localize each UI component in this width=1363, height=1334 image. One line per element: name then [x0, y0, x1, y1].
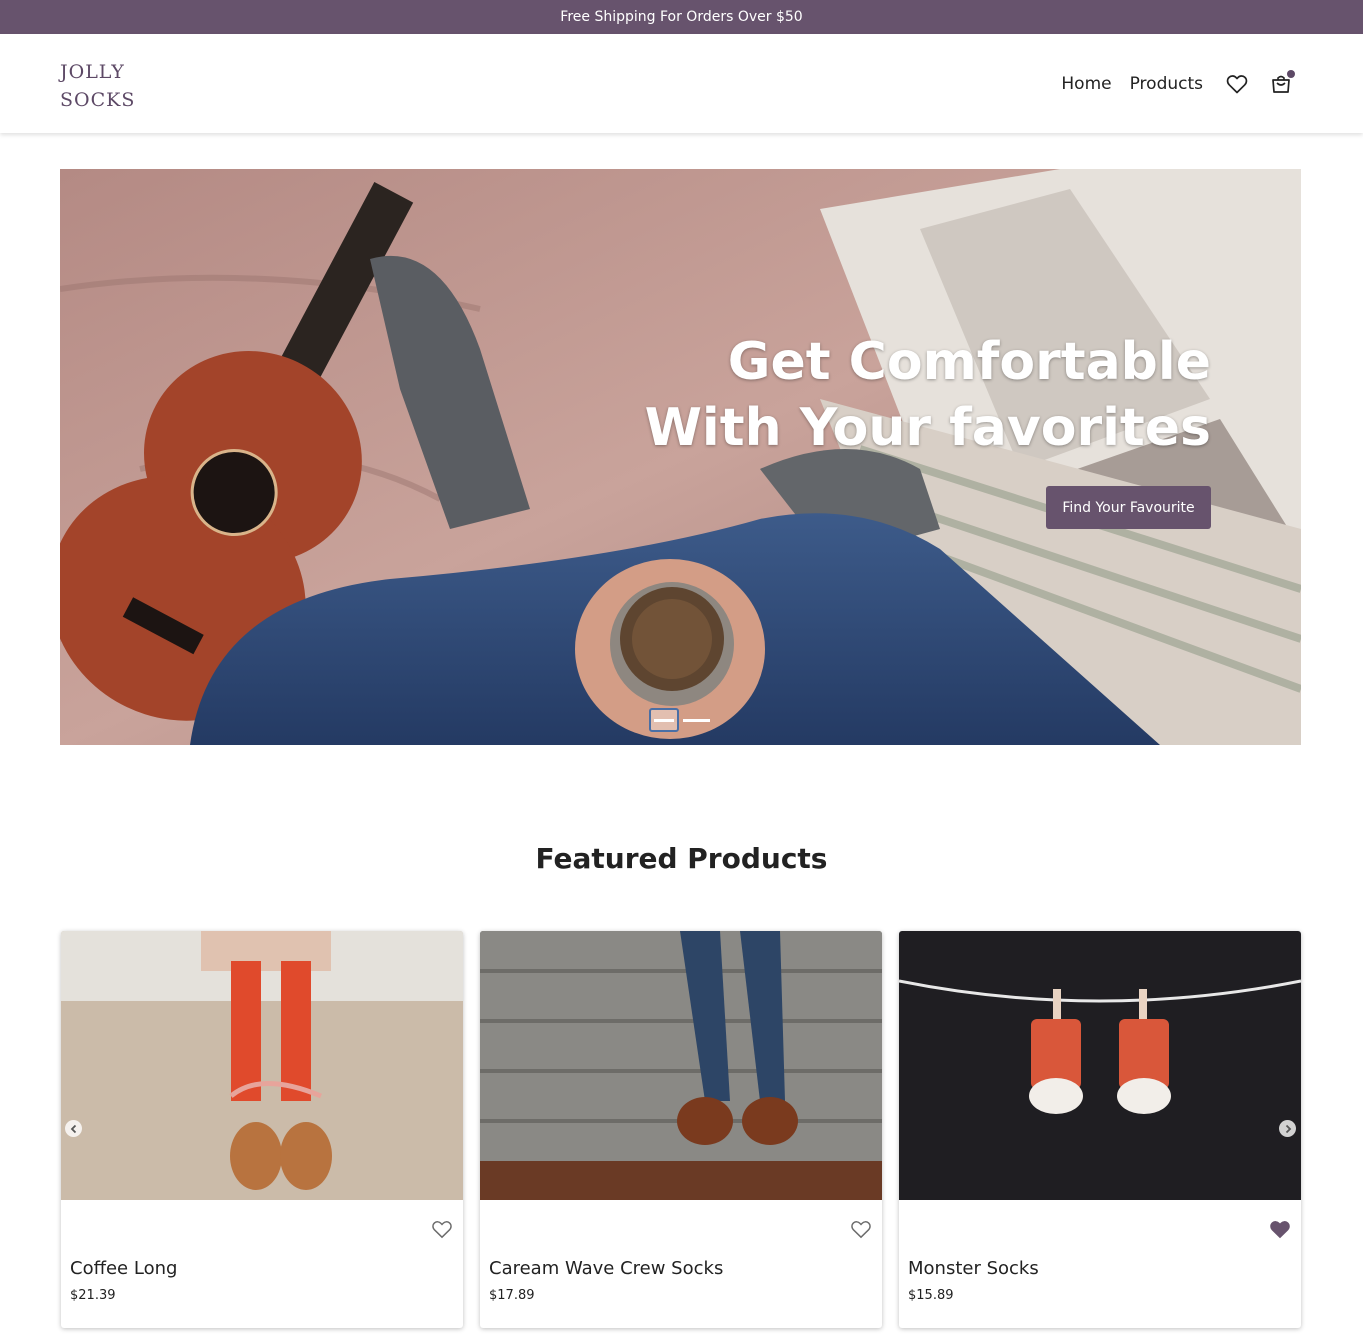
heart-icon[interactable] [850, 1219, 872, 1239]
main-nav: Home Products [1061, 70, 1295, 98]
chevron-right-icon[interactable] [1279, 1120, 1296, 1137]
product-card[interactable]: Monster Socks $15.89 [899, 931, 1301, 1328]
carousel-indicator-1[interactable] [649, 708, 679, 732]
brand-line-1: JOLLY [60, 61, 125, 83]
brand-logo[interactable]: JOLLY SOCKS [60, 58, 170, 114]
carousel-indicator-2[interactable] [683, 718, 710, 722]
wishlist-heart-icon[interactable] [1225, 72, 1249, 96]
hero-title: Get Comfortable With Your favorites [645, 329, 1211, 461]
shopping-bag-icon[interactable] [1269, 70, 1295, 96]
hero-carousel: Get Comfortable With Your favorites Find… [60, 169, 1301, 745]
cart-count-badge [1287, 70, 1295, 78]
hero-title-line-2: With Your favorites [644, 398, 1211, 458]
heart-icon[interactable] [1269, 1219, 1291, 1239]
product-price: $21.39 [70, 1288, 116, 1303]
product-name[interactable]: Caream Wave Crew Socks [489, 1258, 723, 1279]
find-favourite-button[interactable]: Find Your Favourite [1046, 486, 1211, 529]
product-image[interactable] [480, 931, 882, 1200]
product-card[interactable]: Coffee Long $21.39 [61, 931, 463, 1328]
product-card[interactable]: Caream Wave Crew Socks $17.89 [480, 931, 882, 1328]
heart-icon[interactable] [431, 1219, 453, 1239]
product-price: $15.89 [908, 1288, 954, 1303]
nav-home-link[interactable]: Home [1061, 74, 1111, 94]
product-name[interactable]: Monster Socks [908, 1258, 1039, 1279]
hero-title-line-1: Get Comfortable [727, 332, 1211, 392]
product-name[interactable]: Coffee Long [70, 1258, 177, 1279]
nav-products-link[interactable]: Products [1130, 74, 1203, 94]
product-image[interactable] [61, 931, 463, 1200]
site-header: JOLLY SOCKS Home Products [0, 34, 1363, 133]
featured-products-title: Featured Products [535, 842, 828, 875]
carousel-indicators [649, 708, 710, 732]
product-image[interactable] [899, 931, 1301, 1200]
brand-line-2: SOCKS [60, 89, 136, 111]
product-price: $17.89 [489, 1288, 535, 1303]
announcement-text: Free Shipping For Orders Over $50 [560, 9, 803, 25]
chevron-left-icon[interactable] [65, 1120, 82, 1137]
announcement-bar: Free Shipping For Orders Over $50 [0, 0, 1363, 34]
